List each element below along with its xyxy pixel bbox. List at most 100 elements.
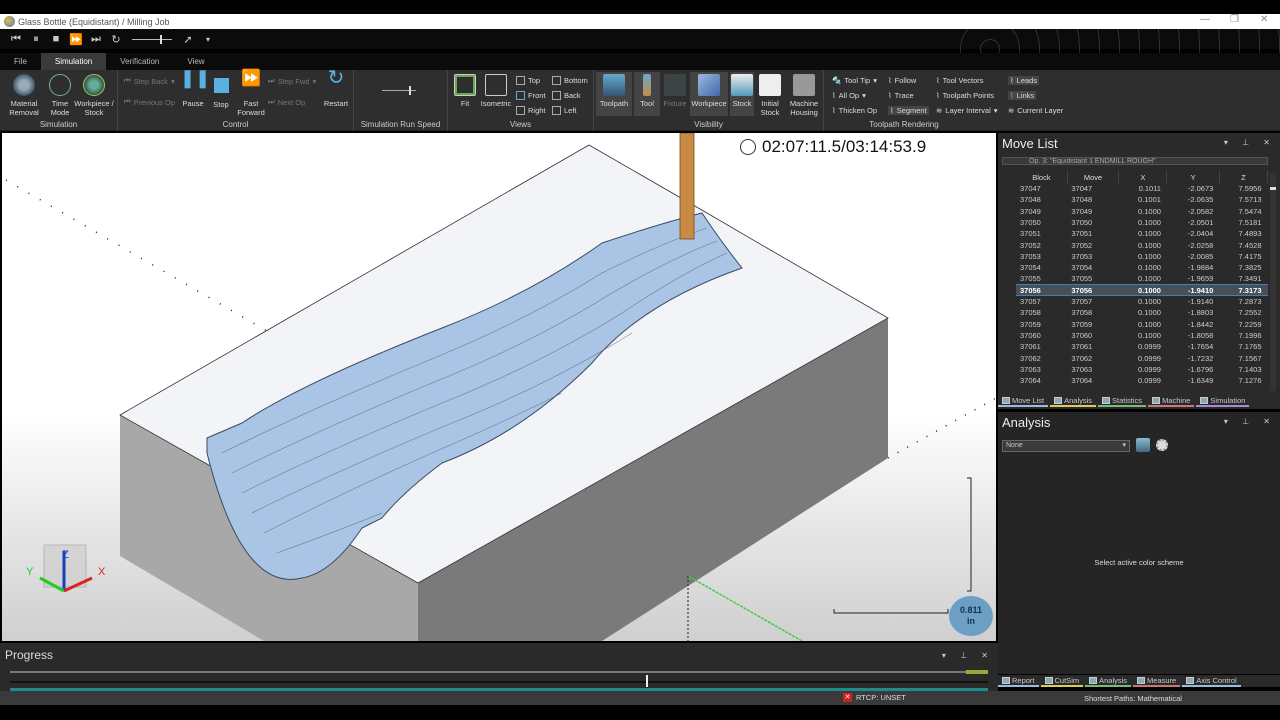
table-row[interactable]: 37063 37063 0.0999 -1.6796 7.1403 (1016, 364, 1268, 375)
panel-tab-analysis[interactable]: Analysis (1050, 395, 1097, 407)
segment-button[interactable]: ⌇ Segment (888, 106, 929, 115)
tool-tip-button[interactable]: 🔩 Tool Tip ▾ (832, 76, 877, 85)
workpiece-toggle[interactable]: Workpiece (690, 72, 728, 116)
table-row[interactable]: 37059 37059 0.1000 -1.8442 7.2259 (1016, 319, 1268, 330)
fixture-toggle[interactable]: Fixture (662, 74, 688, 108)
move-list-scrollbar[interactable] (1270, 173, 1276, 391)
color-scheme-select[interactable]: None ▾ (1002, 440, 1130, 452)
panel-controls[interactable]: ▾ ⊥ ✕ (1224, 138, 1276, 147)
initial-stock-toggle[interactable]: Initial Stock (756, 74, 784, 117)
workpiece-stock-button[interactable]: Workpiece / Stock (74, 74, 114, 117)
panel-tab-measure[interactable]: Measure (1133, 675, 1181, 687)
skip-end-icon[interactable]: ⏭ (86, 33, 106, 46)
next-op-button[interactable]: ⏭ Next Op (268, 97, 305, 107)
panel-tab-machine[interactable]: Machine (1148, 395, 1195, 407)
cell-y: -2.0635 (1187, 195, 1214, 205)
thicken-op-button[interactable]: ⌇ Thicken Op (832, 106, 877, 115)
previous-op-button[interactable]: ⏮ Previous Op (124, 97, 175, 107)
column-header-z[interactable]: Z (1219, 171, 1269, 183)
isometric-button[interactable]: Isometric (480, 74, 512, 108)
fit-button[interactable]: Fit (454, 74, 476, 108)
view-front-button[interactable]: Front (516, 91, 546, 100)
view-left-button[interactable]: Left (552, 106, 577, 115)
pause-icon[interactable]: ⏸ (26, 33, 46, 46)
column-header-move[interactable]: Move (1067, 171, 1120, 183)
table-row[interactable]: 37056 37056 0.1000 -1.9410 7.3173 (1016, 284, 1268, 297)
table-row[interactable]: 37058 37058 0.1000 -1.8803 7.2552 (1016, 307, 1268, 318)
step-back-button[interactable]: ⏮ Step Back ▾ (124, 76, 175, 86)
panel-controls[interactable]: ▾ ⊥ ✕ (1224, 417, 1276, 426)
table-row[interactable]: 37064 37064 0.0999 -1.6349 7.1276 (1016, 375, 1268, 386)
current-layer-button[interactable]: ≋ Current Layer (1008, 106, 1063, 115)
toolpath-toggle[interactable]: Toolpath (596, 72, 632, 116)
view-top-button[interactable]: Top (516, 76, 540, 85)
close-button[interactable]: ✕ (1260, 14, 1268, 25)
view-right-button[interactable]: Right (516, 106, 546, 115)
column-header-block[interactable]: Block (1016, 171, 1068, 183)
simulation-viewport[interactable]: Z Y X (2, 133, 996, 641)
layer-interval-button[interactable]: ≋ Layer Interval ▾ (936, 106, 998, 115)
table-row[interactable]: 37053 37053 0.1000 -2.0085 7.4175 (1016, 251, 1268, 262)
restart-button[interactable]: ↻ Restart (322, 68, 350, 108)
restore-button[interactable]: ❐ (1230, 14, 1239, 25)
view-bottom-button[interactable]: Bottom (552, 76, 588, 85)
panel-controls[interactable]: ▾ ⊥ ✕ (942, 651, 994, 660)
settings-dial-icon[interactable] (1156, 439, 1168, 451)
links-button[interactable]: ⌇ Links (1008, 91, 1037, 100)
minimize-button[interactable]: — (1200, 14, 1210, 25)
stock-toggle[interactable]: Stock (730, 72, 754, 116)
panel-tab-report[interactable]: Report (998, 675, 1039, 687)
panel-tab-move-list[interactable]: Move List (998, 395, 1049, 407)
panel-tab-analysis[interactable]: Analysis (1085, 675, 1132, 687)
operation-timeline[interactable] (10, 670, 988, 674)
table-row[interactable]: 37062 37062 0.0999 -1.7232 7.1567 (1016, 352, 1268, 363)
run-speed-slider[interactable] (382, 86, 416, 95)
tool-vectors-button[interactable]: ⌇ Tool Vectors (936, 76, 984, 85)
all-op-button[interactable]: ⌇ All Op ▾ (832, 91, 866, 100)
tab-simulation[interactable]: Simulation (40, 53, 107, 70)
table-row[interactable]: 37051 37051 0.1000 -2.0404 7.4893 (1016, 228, 1268, 239)
machine-housing-toggle[interactable]: Machine Housing (786, 74, 822, 117)
play-fast-icon[interactable]: ⏩ (66, 33, 86, 46)
step-fwd-button[interactable]: ⏭ Step Fwd ▾ (268, 76, 316, 86)
view-back-button[interactable]: Back (552, 91, 581, 100)
apply-analysis-icon[interactable] (1136, 438, 1150, 452)
table-row[interactable]: 37057 37057 0.1000 -1.9140 7.2873 (1016, 296, 1268, 307)
time-mode-button[interactable]: Time Mode (46, 74, 74, 117)
pause-button[interactable]: ❚❚ Pause (180, 69, 210, 108)
progress-scrubber[interactable] (10, 675, 988, 687)
restart-icon[interactable]: ↻ (106, 33, 126, 46)
stop-icon[interactable]: ■ (46, 33, 66, 45)
table-row[interactable]: 37050 37050 0.1000 -2.0501 7.5181 (1016, 217, 1268, 228)
leads-button[interactable]: ⌇ Leads (1008, 76, 1040, 85)
speed-slider[interactable] (132, 34, 172, 44)
trace-button[interactable]: ⌇ Trace (888, 91, 914, 100)
table-row[interactable]: 37061 37061 0.0999 -1.7654 7.1765 (1016, 341, 1268, 352)
rewind-icon[interactable]: ⏮ (6, 33, 26, 46)
material-removal-button[interactable]: Material Removal (6, 74, 42, 117)
table-row[interactable]: 37052 37052 0.1000 -2.0258 7.4528 (1016, 239, 1268, 250)
tab-file[interactable]: File (0, 53, 41, 70)
panel-tab-statistics[interactable]: Statistics (1098, 395, 1147, 407)
stop-button[interactable]: Stop (210, 74, 232, 109)
fast-forward-button[interactable]: ⏩ Fast Forward (236, 71, 266, 118)
table-row[interactable]: 37048 37048 0.1001 -2.0635 7.5713 (1016, 194, 1268, 205)
table-row[interactable]: 37060 37060 0.1000 -1.8058 7.1996 (1016, 330, 1268, 341)
panel-tab-axis-control[interactable]: Axis Control (1182, 675, 1241, 687)
tab-verification[interactable]: Verification (106, 53, 173, 70)
cell-z: 7.5181 (1238, 218, 1262, 228)
customize-dropdown-icon[interactable]: ▾ (198, 35, 218, 44)
panel-tab-cutsim[interactable]: CutSim (1040, 675, 1084, 687)
tool-toggle[interactable]: Tool (634, 72, 660, 116)
table-row[interactable]: 37054 37054 0.1000 -1.9884 7.3825 (1016, 262, 1268, 273)
panel-tab-simulation[interactable]: Simulation (1196, 395, 1250, 407)
column-header-x[interactable]: X (1118, 171, 1168, 183)
table-row[interactable]: 37047 37047 0.1011 -2.0673 7.5956 (1016, 183, 1268, 194)
operation-selector[interactable]: Op. 3: "Equidistant 1 ENDMILL ROUGH" (1002, 157, 1268, 165)
table-row[interactable]: 37055 37055 0.1000 -1.9659 7.3491 (1016, 273, 1268, 284)
follow-button[interactable]: ⌇ Follow (888, 76, 916, 85)
column-header-y[interactable]: Y (1166, 171, 1220, 183)
table-row[interactable]: 37049 37049 0.1000 -2.0582 7.5474 (1016, 206, 1268, 217)
cursor-icon[interactable]: ➚ (178, 33, 198, 46)
toolpath-points-button[interactable]: ⌇ Toolpath Points (936, 91, 994, 100)
